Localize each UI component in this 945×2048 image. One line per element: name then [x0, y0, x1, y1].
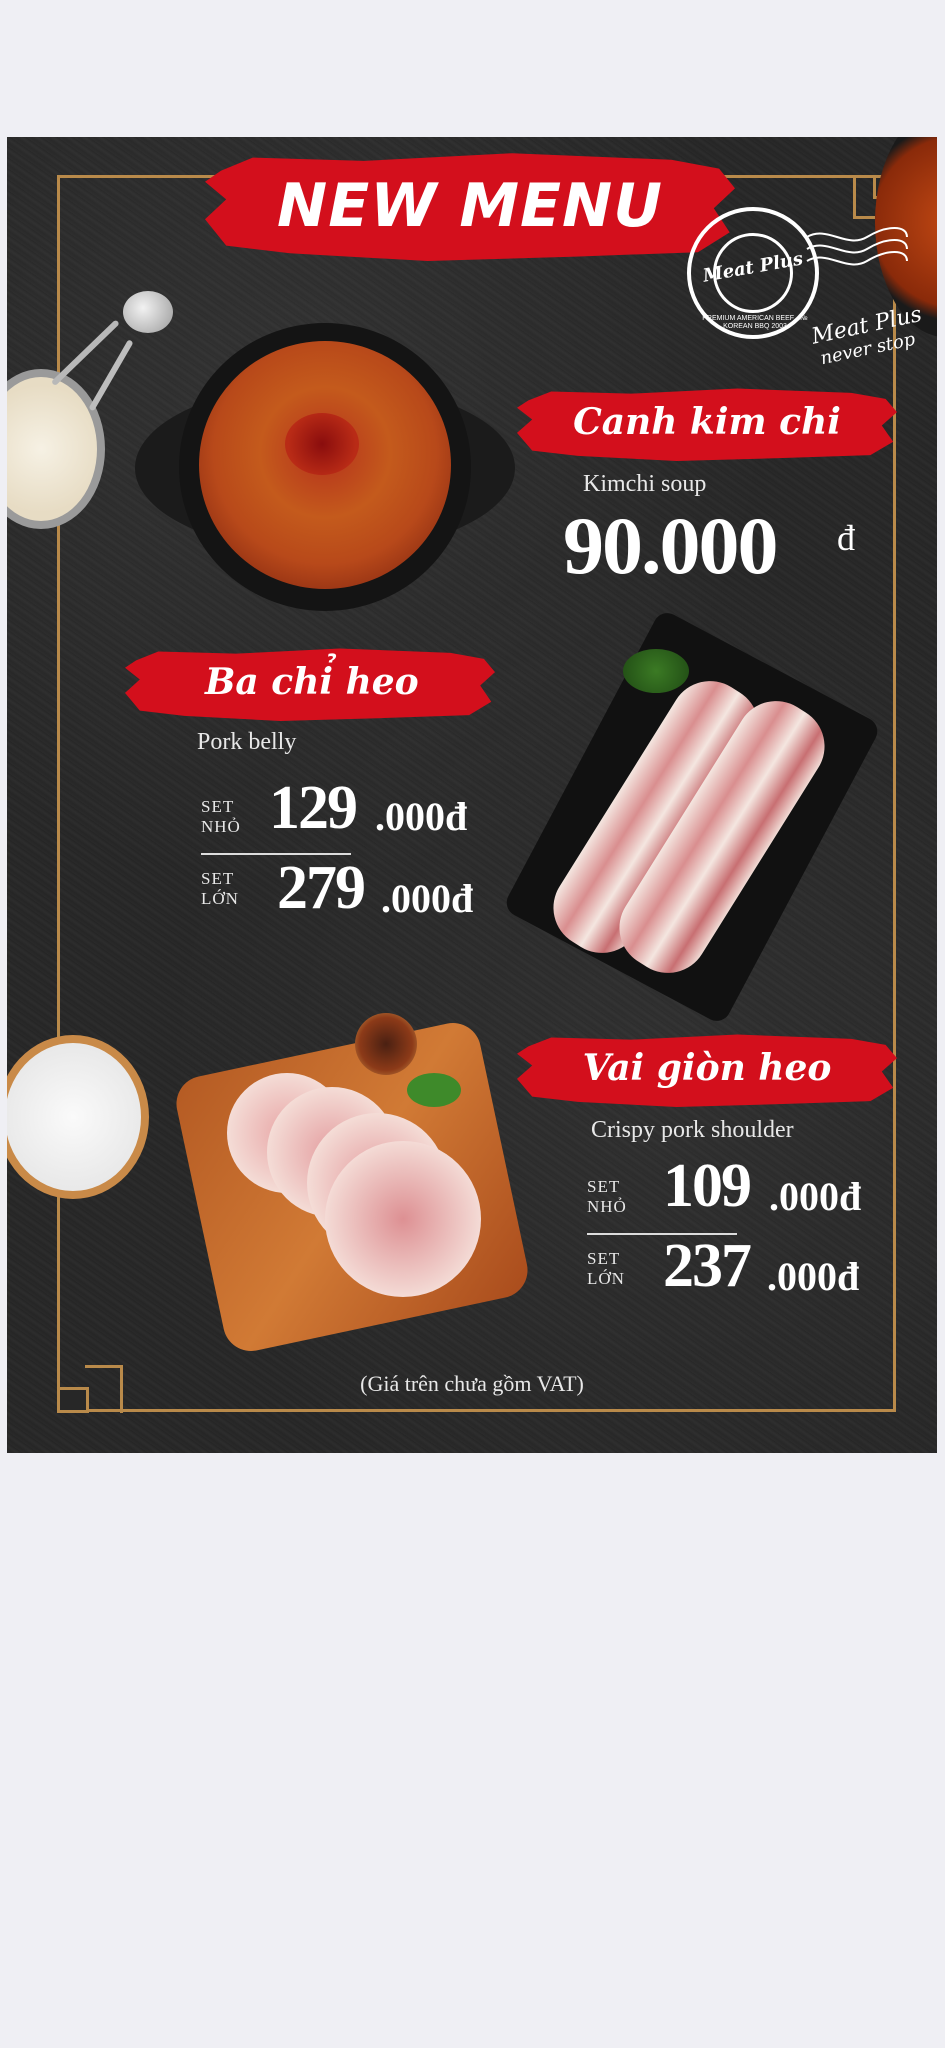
title-banner: NEW MENU: [205, 153, 735, 261]
item-2-subtitle: Pork belly: [197, 729, 297, 755]
set-label-line-2: NHỎ: [587, 1197, 627, 1216]
item-3-set-small-label: SET NHỎ: [587, 1177, 627, 1217]
item-1-name-banner: Canh kim chi: [517, 388, 897, 461]
item-3-set-large-price: 237: [663, 1232, 752, 1300]
item-2-set-small-price-rest: .000đ: [375, 794, 468, 839]
set-label-line-1: SET: [587, 1177, 621, 1196]
item-2-name: Ba chỉ heo: [205, 661, 419, 703]
item-3-set-small-price: 109: [663, 1152, 752, 1220]
item-3-subtitle: Crispy pork shoulder: [591, 1117, 794, 1143]
item-2-set-large-label: SET LỚN: [201, 869, 239, 909]
seal-outer-text: PREMIUM AMERICAN BEEF · № KOREAN BBQ 200…: [702, 315, 808, 330]
kimchi-soup-image: [135, 323, 515, 613]
item-3-set-large-label: SET LỚN: [587, 1249, 625, 1289]
set-label-line-1: SET: [587, 1249, 621, 1268]
set-label-line-2: LỚN: [587, 1269, 625, 1288]
set-label-line-1: SET: [201, 797, 235, 816]
item-2-set-small-label: SET NHỎ: [201, 797, 241, 837]
seal-wave-lines: [806, 227, 908, 266]
item-1-subtitle: Kimchi soup: [583, 471, 707, 497]
set-label-line-2: LỚN: [201, 889, 239, 908]
item-2-set-small-price: 129: [269, 774, 358, 842]
frame-corner-top-right-inner: [853, 175, 875, 219]
item-3-name: Vai giòn heo: [582, 1047, 832, 1089]
set-label-line-1: SET: [201, 869, 235, 888]
item-1-name: Canh kim chi: [573, 401, 841, 443]
item-1-currency: đ: [837, 518, 855, 558]
item-2-set-large-price: 279: [277, 854, 366, 922]
brand-seal: Meat Plus PREMIUM AMERICAN BEEF · № KORE…: [687, 207, 819, 339]
page-title: NEW MENU: [277, 171, 663, 241]
item-3-name-banner: Vai giòn heo: [517, 1034, 897, 1107]
item-1-price: 90.000: [563, 500, 778, 591]
menu-poster-image: NEW MENU Meat Plus PREMIUM AMERICAN BEEF…: [7, 137, 937, 1453]
item-3-set-large-price-rest: .000đ: [767, 1254, 860, 1299]
vat-note: (Giá trên chưa gồm VAT): [360, 1371, 584, 1396]
item-3-set-small-price-rest: .000đ: [769, 1174, 862, 1219]
pork-belly-image: [501, 608, 883, 1026]
set-label-line-2: NHỎ: [201, 817, 241, 836]
pork-shoulder-image: [171, 1013, 533, 1357]
item-2-set-large-price-rest: .000đ: [381, 876, 474, 921]
item-2-name-banner: Ba chỉ heo: [125, 648, 495, 721]
